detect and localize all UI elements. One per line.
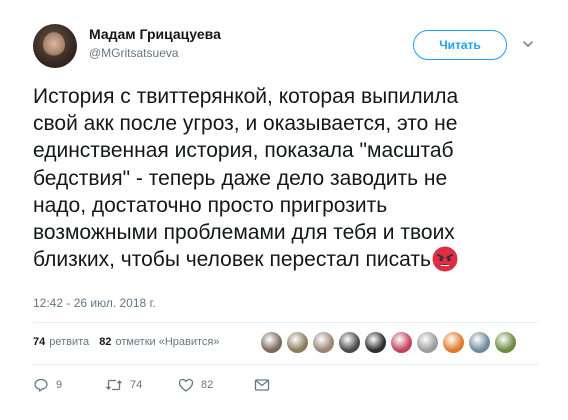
tweet-line: свой акк после угроз, и оказывается, это… (33, 112, 458, 136)
like-count: 82 (201, 379, 214, 391)
tweet-stats: 74 ретвита 82 отметки «Нравится» (33, 336, 230, 348)
author-name[interactable]: Мадам Грицацуева (89, 26, 221, 42)
reply-button[interactable]: 9 (33, 377, 105, 393)
reply-count: 9 (56, 379, 63, 391)
tweet-card: Мадам Грицацуева @MGritsatsueva Читать И… (0, 0, 568, 420)
retweet-icon (106, 379, 122, 391)
liker-avatar[interactable] (339, 332, 360, 353)
retweet-count: 74 (130, 379, 143, 391)
tweet-line: бедствия" - теперь даже дело заводить не (33, 166, 448, 190)
envelope-icon (254, 379, 270, 391)
likes-label: отметки «Нравится» (115, 336, 220, 348)
divider (33, 322, 538, 323)
retweets-label: ретвита (49, 336, 90, 348)
liker-avatar[interactable] (443, 332, 464, 353)
liker-avatar[interactable] (287, 332, 308, 353)
likes-stat[interactable]: 82 отметки «Нравится» (99, 336, 219, 348)
tweet-line-last: близких, чтобы человек перестал писать (33, 246, 538, 273)
heart-icon (178, 378, 194, 392)
chevron-down-icon[interactable] (522, 38, 534, 50)
divider (33, 364, 538, 365)
likes-count: 82 (99, 336, 112, 348)
liker-avatar[interactable] (495, 332, 516, 353)
reply-icon (34, 378, 48, 392)
liker-avatar[interactable] (391, 332, 412, 353)
author-handle[interactable]: @MGritsatsueva (89, 46, 179, 60)
tweet-line: надо, достаточно просто пригрозить (33, 193, 388, 217)
tweet-line: возможными проблемами для тебя и твоих (33, 221, 455, 245)
author-avatar[interactable] (33, 24, 77, 68)
tweet-line: близких, чтобы человек перестал писать (33, 248, 431, 272)
liker-avatars (261, 332, 521, 353)
tweet-line: единственная история, показала "масштаб (33, 139, 454, 163)
tweet-text: История с твиттерянкой, которая выпилила… (33, 83, 538, 273)
retweets-stat[interactable]: 74 ретвита (33, 336, 89, 348)
retweet-button[interactable]: 74 (105, 377, 178, 393)
liker-avatar[interactable] (261, 332, 282, 353)
liker-avatar[interactable] (469, 332, 490, 353)
liker-avatar[interactable] (313, 332, 334, 353)
follow-button[interactable]: Читать (413, 30, 507, 60)
liker-avatar[interactable] (365, 332, 386, 353)
angry-face-emoji-icon (432, 246, 458, 272)
tweet-line: История с твиттерянкой, которая выпилила (33, 85, 459, 108)
liker-avatar[interactable] (417, 332, 438, 353)
like-button[interactable]: 82 (178, 377, 254, 393)
tweet-timestamp[interactable]: 12:42 - 26 июл. 2018 г. (33, 296, 156, 310)
direct-message-button[interactable] (254, 378, 270, 392)
tweet-actions: 9 74 82 (33, 377, 270, 393)
retweets-count: 74 (33, 336, 46, 348)
